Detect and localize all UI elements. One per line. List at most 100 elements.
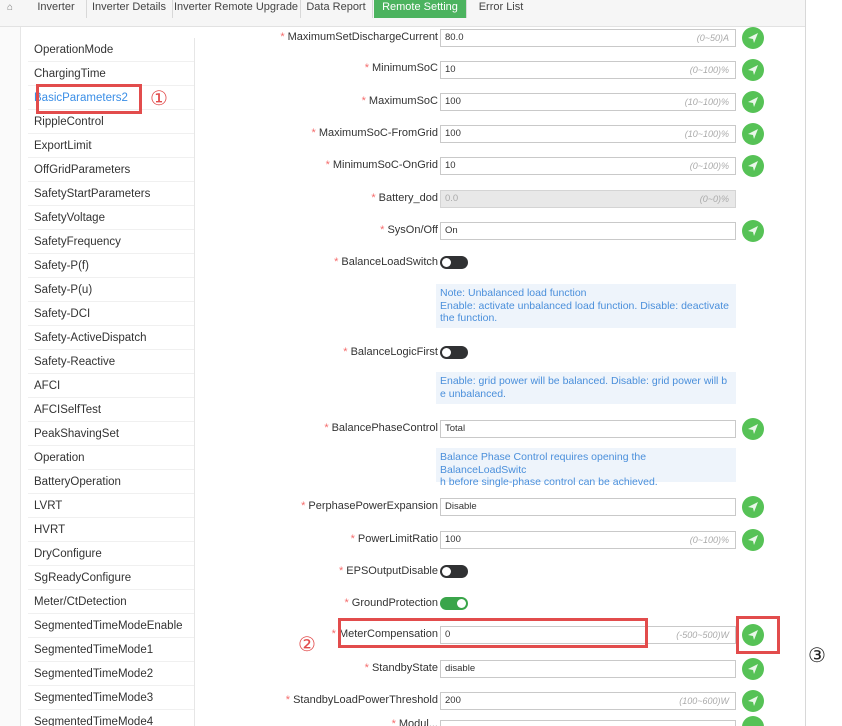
note-line: Enable: activate unbalanced load functio… xyxy=(440,299,729,312)
sidebar-item-segmented-time-mode3[interactable]: SegmentedTimeMode3 xyxy=(28,686,194,710)
highlight-box-send-button xyxy=(736,616,780,654)
sidebar-item-segmented-time-mode4[interactable]: SegmentedTimeMode4 xyxy=(28,710,194,726)
battery-dod-field: 0.0 (0~0)% xyxy=(440,190,736,208)
sidebar-item-hvrt[interactable]: HVRT xyxy=(28,518,194,542)
sidebar-item-operation[interactable]: Operation xyxy=(28,446,194,470)
sidebar-item-safety-pf[interactable]: Safety-P(f) xyxy=(28,254,194,278)
tab-inverter-remote-upgrade[interactable]: Inverter Remote Upgrade xyxy=(172,0,301,18)
callout-one: ① xyxy=(150,88,168,110)
note-balance-load: Note: Unbalanced load function Enable: a… xyxy=(436,284,736,328)
label-power-limit-ratio: * PowerLimitRatio xyxy=(350,533,438,545)
min-soc-ongrid-field[interactable]: 10 (0~100)% xyxy=(440,157,736,175)
sidebar-item-afci-self-test[interactable]: AFCISelfTest xyxy=(28,398,194,422)
sidebar-item-safety-reactive[interactable]: Safety-Reactive xyxy=(28,350,194,374)
min-soc-field[interactable]: 10 (0~100)% xyxy=(440,61,736,79)
send-button-power-limit[interactable] xyxy=(742,529,764,551)
note-balance-phase: Balance Phase Control requires opening t… xyxy=(436,448,736,488)
tab-inverter[interactable]: Inverter xyxy=(26,0,87,18)
ground-protection-toggle[interactable] xyxy=(440,597,468,610)
sidebar-item-safety-pu[interactable]: Safety-P(u) xyxy=(28,278,194,302)
send-button-standby-threshold[interactable] xyxy=(742,690,764,712)
label-max-soc-from-grid: * MaximumSoC-FromGrid xyxy=(311,127,438,139)
sidebar-item-meter-ct-detection[interactable]: Meter/CtDetection xyxy=(28,590,194,614)
send-icon xyxy=(748,129,758,139)
send-icon xyxy=(748,161,758,171)
balance-logic-first-toggle[interactable] xyxy=(440,346,468,359)
note-line: Note: Unbalanced load function xyxy=(440,287,587,299)
home-icon[interactable]: ⌂ xyxy=(4,2,16,14)
eps-output-disable-toggle[interactable] xyxy=(440,565,468,578)
sidebar-menu: OperationMode ChargingTime BasicParamete… xyxy=(28,38,195,726)
send-icon xyxy=(748,696,758,706)
sidebar-item-safety-active-dispatch[interactable]: Safety-ActiveDispatch xyxy=(28,326,194,350)
send-button-balance-phase[interactable] xyxy=(742,418,764,440)
send-icon xyxy=(748,97,758,107)
send-button-cut-off[interactable] xyxy=(742,716,764,726)
note-line: e unbalanced. xyxy=(440,387,506,400)
send-icon xyxy=(748,664,758,674)
label-ground-protection: * GroundProtection xyxy=(344,597,439,609)
sidebar-item-safety-dci[interactable]: Safety-DCI xyxy=(28,302,194,326)
sidebar-item-safety-frequency[interactable]: SafetyFrequency xyxy=(28,230,194,254)
send-button-max-discharge[interactable] xyxy=(742,27,764,49)
max-soc-from-grid-field[interactable]: 100 (10~100)% xyxy=(440,125,736,143)
tab-remote-setting[interactable]: Remote Setting xyxy=(374,0,467,18)
sidebar-item-safety-start-parameters[interactable]: SafetyStartParameters xyxy=(28,182,194,206)
sidebar-item-export-limit[interactable]: ExportLimit xyxy=(28,134,194,158)
callout-two: ② xyxy=(298,634,316,656)
label-sys-onoff: * SysOn/Off xyxy=(380,224,438,236)
sidebar-item-dry-configure[interactable]: DryConfigure xyxy=(28,542,194,566)
perphase-power-expansion-select[interactable]: Disable xyxy=(440,498,736,516)
send-button-min-soc[interactable] xyxy=(742,59,764,81)
remote-setting-page: ⌂ Inverter Inverter Details Inverter Rem… xyxy=(0,0,842,726)
max-soc-field[interactable]: 100 (10~100)% xyxy=(440,93,736,111)
sidebar-item-lvrt[interactable]: LVRT xyxy=(28,494,194,518)
standby-load-threshold-field[interactable]: 200 (100~600)W xyxy=(440,692,736,710)
note-line: h before single-phase control can be ach… xyxy=(440,476,658,488)
note-line: Enable: grid power will be balanced. Dis… xyxy=(440,375,728,387)
send-button-max-soc-from-grid[interactable] xyxy=(742,123,764,145)
balance-load-switch-toggle[interactable] xyxy=(440,256,468,269)
sidebar-item-safety-voltage[interactable]: SafetyVoltage xyxy=(28,206,194,230)
balance-phase-control-select[interactable]: Total xyxy=(440,420,736,438)
label-max-soc: * MaximumSoC xyxy=(361,95,438,107)
send-button-perphase[interactable] xyxy=(742,496,764,518)
label-cut-off-row: * Modul... xyxy=(391,718,438,726)
max-discharge-field[interactable]: 80.0 (0~50)A xyxy=(440,29,736,47)
label-balance-phase-control: * BalancePhaseControl xyxy=(324,422,438,434)
callout-three: ③ xyxy=(808,645,826,667)
standby-state-select[interactable]: disable xyxy=(440,660,736,678)
sys-onoff-select[interactable]: On xyxy=(440,222,736,240)
label-min-soc-ongrid: * MinimumSoC-OnGrid xyxy=(325,159,438,171)
tab-bar: ⌂ Inverter Inverter Details Inverter Rem… xyxy=(0,0,805,27)
label-perphase-power-expansion: * PerphasePowerExpansion xyxy=(301,500,438,512)
tab-data-report[interactable]: Data Report xyxy=(300,0,373,18)
tab-error-list[interactable]: Error List xyxy=(468,0,534,18)
sidebar-item-segmented-time-mode1[interactable]: SegmentedTimeMode1 xyxy=(28,638,194,662)
send-icon xyxy=(748,502,758,512)
power-limit-ratio-field[interactable]: 100 (0~100)% xyxy=(440,531,736,549)
sidebar-item-operation-mode[interactable]: OperationMode xyxy=(28,38,194,62)
sidebar-item-offgrid-parameters[interactable]: OffGridParameters xyxy=(28,158,194,182)
sidebar-item-segmented-time-mode-enable[interactable]: SegmentedTimeModeEnable xyxy=(28,614,194,638)
send-icon xyxy=(748,424,758,434)
send-icon xyxy=(748,535,758,545)
note-line: Balance Phase Control requires opening t… xyxy=(440,451,647,476)
send-button-standby-state[interactable] xyxy=(742,658,764,680)
highlight-box-basic-parameters2 xyxy=(36,84,142,114)
send-button-min-soc-ongrid[interactable] xyxy=(742,155,764,177)
send-button-sys-onoff[interactable] xyxy=(742,220,764,242)
sidebar-item-charging-time[interactable]: ChargingTime xyxy=(28,62,194,86)
sidebar-item-segmented-time-mode2[interactable]: SegmentedTimeMode2 xyxy=(28,662,194,686)
cut-off-field[interactable] xyxy=(440,720,736,726)
label-balance-load-switch: * BalanceLoadSwitch xyxy=(334,256,438,268)
tab-inverter-details[interactable]: Inverter Details xyxy=(86,0,173,18)
sidebar-item-battery-operation[interactable]: BatteryOperation xyxy=(28,470,194,494)
label-eps-output-disable: * EPSOutputDisable xyxy=(339,565,438,577)
label-min-soc: * MinimumSoC xyxy=(364,62,438,74)
sidebar-item-afci[interactable]: AFCI xyxy=(28,374,194,398)
send-icon xyxy=(748,65,758,75)
send-button-max-soc[interactable] xyxy=(742,91,764,113)
sidebar-item-sgready-configure[interactable]: SgReadyConfigure xyxy=(28,566,194,590)
sidebar-item-peak-shaving-set[interactable]: PeakShavingSet xyxy=(28,422,194,446)
